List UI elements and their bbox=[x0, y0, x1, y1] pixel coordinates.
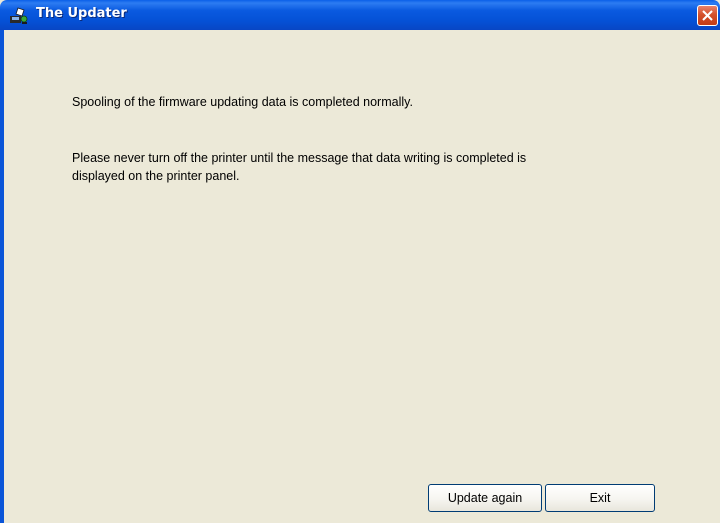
exit-button[interactable]: Exit bbox=[545, 484, 655, 512]
updater-app-icon bbox=[9, 7, 29, 25]
warning-message-line1: Please never turn off the printer until … bbox=[72, 151, 527, 165]
update-again-button[interactable]: Update again bbox=[428, 484, 542, 512]
warning-message-line2: displayed on the printer panel. bbox=[72, 169, 240, 183]
title-bar[interactable]: The Updater bbox=[0, 0, 720, 30]
close-button[interactable] bbox=[697, 5, 718, 26]
window-title: The Updater bbox=[36, 6, 127, 21]
completion-message: Spooling of the firmware updating data i… bbox=[72, 95, 413, 109]
window-frame-left bbox=[0, 30, 4, 523]
updater-window: The Updater Spooling of the firmware upd… bbox=[0, 0, 720, 523]
